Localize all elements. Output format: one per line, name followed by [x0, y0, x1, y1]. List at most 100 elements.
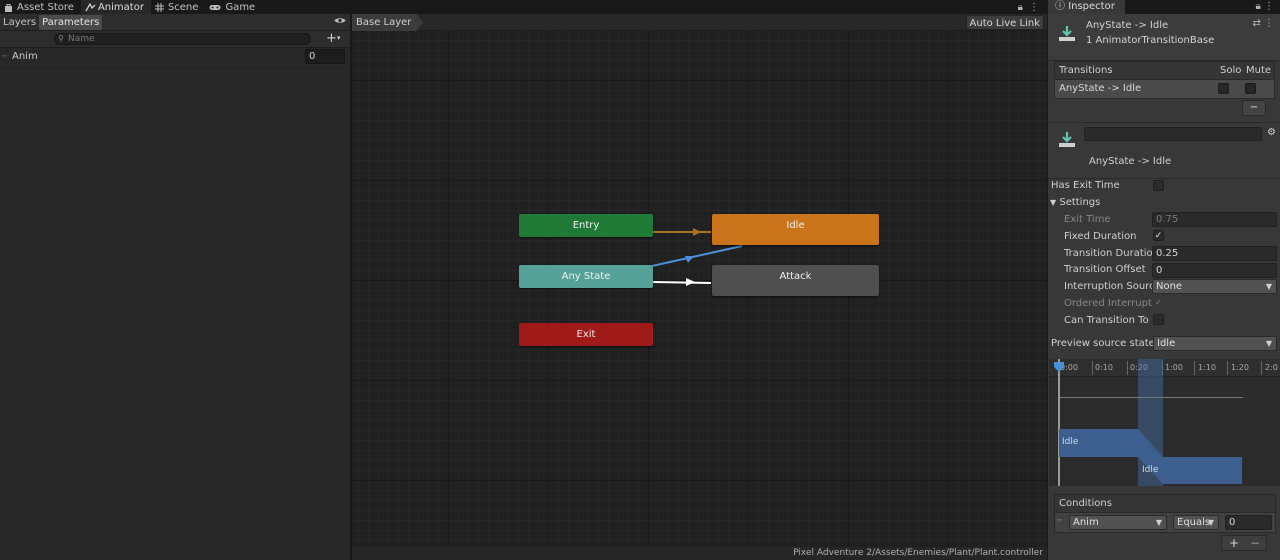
chevron-down-icon: ▼	[1050, 198, 1057, 207]
timeline-tick: 1:10	[1198, 363, 1216, 372]
window-controls: 🔒︎ ⋮	[1018, 0, 1039, 14]
condition-add-remove: + −	[1221, 535, 1267, 551]
search-icon: ⚲	[58, 34, 64, 43]
can-transition-to-self-checkbox[interactable]	[1153, 314, 1164, 325]
state-any-state[interactable]: Any State	[519, 265, 653, 288]
playhead[interactable]	[1058, 359, 1060, 486]
preview-source-label: Preview source state	[1051, 338, 1155, 349]
timeline-tick: 0:10	[1095, 363, 1113, 372]
add-condition-button[interactable]: +	[1229, 536, 1239, 550]
tick-mark	[1127, 361, 1128, 375]
has-exit-time-checkbox[interactable]	[1153, 180, 1164, 191]
can-transition-to-self-label: Can Transition To Self	[1064, 315, 1152, 326]
condition-value-field[interactable]: 0	[1225, 515, 1272, 530]
chevron-down-icon: ▾	[336, 34, 341, 42]
parameter-search-input[interactable]: ⚲ Name	[54, 33, 311, 45]
tab-scene[interactable]: Scene	[151, 0, 206, 14]
left-pane-tabs: Layers Parameters	[0, 14, 350, 31]
transition-duration-label: Transition Duration	[1064, 248, 1152, 259]
mute-checkbox[interactable]	[1245, 83, 1256, 94]
tick-mark	[1194, 361, 1195, 375]
eye-icon[interactable]	[334, 16, 346, 28]
remove-condition-button[interactable]: −	[1250, 536, 1260, 550]
chevron-down-icon: ▼	[1155, 518, 1162, 527]
transition-anystate-attack[interactable]	[652, 281, 712, 284]
condition-operator-dropdown[interactable]: Equals ▼	[1173, 515, 1219, 530]
tab-animator[interactable]: Animator	[80, 0, 151, 14]
transition-anystate-idle[interactable]	[651, 245, 743, 267]
transition-icon	[1059, 26, 1075, 41]
condition-parameter-dropdown[interactable]: Anim ▼	[1069, 515, 1167, 530]
transition-timeline[interactable]: 0:00 0:10 0:20 1:00 1:10 1:20 2:0 Idle I…	[1049, 359, 1280, 486]
lock-icon[interactable]: 🔒︎	[1018, 2, 1023, 13]
solo-label: Solo	[1220, 65, 1242, 76]
timeline-ruler: 0:00 0:10 0:20 1:00 1:10 1:20 2:0	[1049, 359, 1280, 377]
state-exit[interactable]: Exit	[519, 323, 653, 346]
drag-handle-icon[interactable]: ═	[1057, 516, 1062, 525]
tab-game[interactable]: Game	[205, 0, 262, 14]
inspector-header: AnyState -> Idle 1 AnimatorTransitionBas…	[1048, 14, 1280, 61]
transition-row-label: AnyState -> Idle	[1059, 83, 1142, 94]
interruption-source-dropdown[interactable]: None ▼	[1152, 279, 1277, 294]
transition-name-input[interactable]	[1084, 127, 1262, 141]
fixed-duration-label: Fixed Duration	[1064, 231, 1137, 242]
dropdown-value: None	[1156, 281, 1183, 292]
tab-label: Asset Store	[17, 1, 74, 13]
state-entry[interactable]: Entry	[519, 214, 653, 237]
transitions-list: Transitions Solo Mute AnyState -> Idle	[1054, 61, 1275, 99]
transitions-label: Transitions	[1059, 65, 1113, 76]
exit-time-label: Exit Time	[1064, 214, 1111, 225]
ordered-interruption-label: Ordered Interruption	[1064, 298, 1152, 309]
parameter-name[interactable]: Anim	[12, 51, 38, 62]
exit-time-field[interactable]: 0.75	[1152, 212, 1277, 227]
timeline-tick: 1:20	[1231, 363, 1249, 372]
drag-handle-icon[interactable]: ═	[2, 52, 7, 61]
chevron-down-icon: ▼	[1265, 282, 1272, 291]
clip-label: Idle	[1142, 465, 1159, 475]
kebab-menu-icon[interactable]: ⋮	[1029, 2, 1039, 13]
tab-label: Scene	[167, 1, 199, 13]
add-parameter-button[interactable]: +▾	[326, 31, 340, 46]
transition-duration-field[interactable]: 0.25	[1152, 246, 1277, 261]
solo-checkbox[interactable]	[1218, 83, 1229, 94]
dropdown-value: Equals	[1177, 517, 1211, 528]
gear-icon[interactable]: ⚙	[1267, 127, 1276, 138]
conditions-list: Conditions ═ Anim ▼ Equals ▼ 0	[1054, 494, 1276, 533]
inspector-tab-bar: ⓘ Inspector 🔒︎ ⋮	[1048, 0, 1280, 14]
parameter-search-row: ⚲ Name +▾	[0, 31, 350, 48]
inspector-title: AnyState -> Idle	[1086, 20, 1169, 31]
chevron-down-icon: ▼	[1207, 518, 1214, 527]
interruption-source-label: Interruption Source	[1064, 281, 1152, 292]
preset-menu-icon[interactable]: ⇄ ⋮	[1252, 18, 1274, 29]
transitions-list-header: Transitions Solo Mute	[1054, 61, 1275, 80]
tab-layers[interactable]: Layers	[0, 15, 39, 30]
transition-arrow-icon	[686, 278, 695, 286]
lock-icon[interactable]: 🔒︎ ⋮	[1256, 0, 1275, 14]
transition-offset-label: Transition Offset	[1064, 264, 1146, 275]
editor-tab-strip: Asset Store Animator Scene Game 🔒︎ ⋮	[0, 0, 1047, 14]
playhead-marker-icon[interactable]	[1054, 362, 1064, 372]
transition-icon	[1059, 132, 1075, 147]
tab-asset-store[interactable]: Asset Store	[0, 0, 81, 14]
state-attack[interactable]: Attack	[712, 265, 879, 296]
divider	[1048, 122, 1280, 123]
state-idle[interactable]: Idle	[712, 214, 879, 245]
preview-source-dropdown[interactable]: Idle ▼	[1153, 336, 1277, 351]
settings-foldout[interactable]: ▼ Settings	[1050, 197, 1100, 208]
has-exit-time-label: Has Exit Time	[1051, 180, 1120, 191]
transition-row[interactable]: AnyState -> Idle	[1054, 80, 1275, 99]
fixed-duration-checkbox[interactable]: ✓	[1153, 230, 1164, 241]
condition-row[interactable]: ═ Anim ▼ Equals ▼ 0	[1054, 513, 1276, 533]
tab-inspector[interactable]: ⓘ Inspector	[1048, 0, 1125, 14]
clip-label: Idle	[1062, 437, 1079, 447]
tab-parameters[interactable]: Parameters	[39, 14, 103, 30]
remove-transition-button[interactable]: −	[1242, 100, 1266, 116]
dropdown-value: Anim	[1073, 517, 1099, 528]
animator-graph[interactable]: Base Layer Auto Live Link Entry Idle Any…	[352, 14, 1047, 560]
parameter-value-field[interactable]: 0	[305, 49, 345, 64]
parameter-row[interactable]: ═ Anim 0	[0, 48, 350, 68]
dropdown-value: Idle	[1157, 338, 1176, 349]
transition-offset-field[interactable]: 0	[1152, 263, 1277, 278]
bag-icon	[4, 3, 13, 12]
weight-curve	[1059, 397, 1243, 398]
